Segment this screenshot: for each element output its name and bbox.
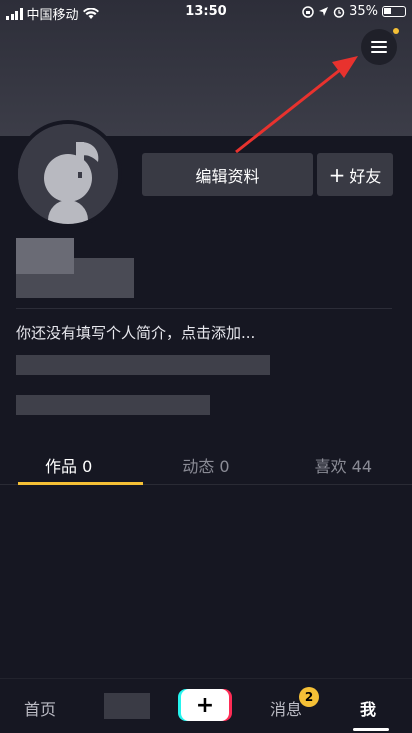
messages-badge: 2 (299, 687, 319, 707)
avatar[interactable] (14, 120, 122, 228)
add-friend-label: 好友 (349, 166, 382, 186)
battery-icon (382, 6, 406, 17)
plus-icon: + (328, 162, 346, 187)
nav-messages[interactable]: 消息 (270, 696, 302, 720)
bio-text[interactable]: 你还没有填写个人简介，点击添加... (16, 322, 255, 343)
notification-dot (393, 28, 399, 34)
tab-activity[interactable]: 动态 0 (137, 443, 274, 484)
plus-icon: + (195, 692, 215, 718)
content-tabs: 作品 0 动态 0 喜欢 44 (0, 443, 412, 485)
edit-profile-button[interactable]: 编辑资料 (142, 153, 313, 196)
default-avatar-icon (18, 124, 118, 224)
add-friend-button[interactable]: + 好友 (317, 153, 393, 196)
nav-me[interactable]: 我 (360, 696, 376, 720)
nav-home[interactable]: 首页 (24, 696, 56, 720)
active-tab-indicator (353, 728, 389, 731)
hamburger-menu-icon (371, 41, 387, 53)
tab-works[interactable]: 作品 0 (0, 443, 144, 485)
status-right: 35% (302, 4, 406, 19)
menu-button[interactable] (361, 29, 397, 65)
create-button[interactable]: + (181, 689, 229, 721)
tab-likes[interactable]: 喜欢 44 (275, 443, 412, 484)
divider (16, 308, 392, 309)
status-bar: 中国移动 13:50 35% (0, 0, 412, 24)
location-icon (319, 7, 329, 16)
bottom-nav: 首页 + 消息 2 我 (0, 678, 412, 733)
redacted-nav-item[interactable] (104, 693, 150, 719)
battery-percent: 35% (349, 4, 378, 19)
rotation-lock-icon (302, 5, 314, 18)
alarm-icon (333, 6, 345, 18)
